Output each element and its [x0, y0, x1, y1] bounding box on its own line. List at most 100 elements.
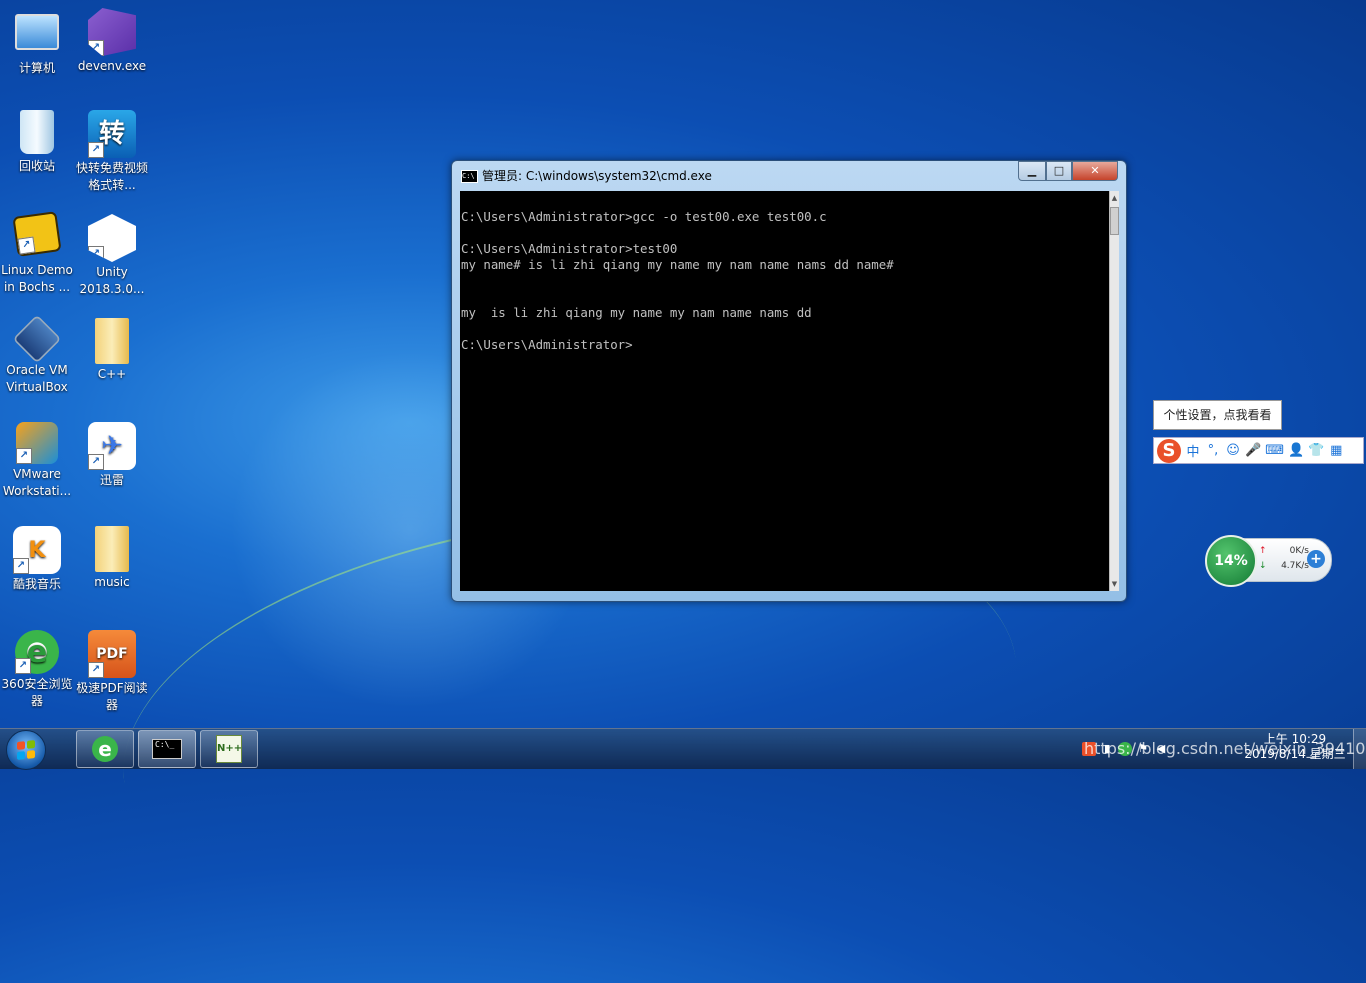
shortcut-arrow-icon: ↗	[88, 454, 104, 470]
desktop-icon-bochs[interactable]: ↗ Linux Demo in Bochs ...	[0, 211, 74, 296]
show-desktop-button[interactable]	[1353, 729, 1366, 769]
download-arrow-icon: ↓	[1259, 561, 1267, 571]
unity-icon: ↗	[88, 214, 136, 262]
close-button[interactable]: ✕	[1072, 161, 1118, 181]
action-center-icon[interactable]: ⚑	[1136, 742, 1150, 756]
converter-glyph: 转	[98, 118, 125, 149]
ime-chinese-mode[interactable]: 中	[1185, 441, 1201, 460]
desktop-icon-vmware[interactable]: ↗ VMware Workstati...	[0, 422, 74, 500]
vertical-scrollbar[interactable]: ▲ ▼	[1109, 191, 1119, 591]
net-speed-widget[interactable]: 14% ↑ 0K/s ↓ 4.7K/s +	[1205, 535, 1332, 587]
network-icon[interactable]: ▮	[1100, 742, 1114, 756]
shortcut-arrow-icon: ↗	[88, 246, 104, 262]
sogou-logo-icon[interactable]: S	[1157, 438, 1181, 463]
ime-toolbar[interactable]: S 中 °, ☺ 🎤 ⌨ 👤 👕 ▦	[1153, 437, 1364, 464]
upload-speed-value: 0K/s	[1289, 546, 1309, 556]
scroll-thumb[interactable]	[1110, 207, 1119, 235]
360-browser-icon: e	[92, 736, 118, 762]
windows-logo-icon	[17, 740, 35, 760]
clock[interactable]: 上午 10:29 2019/8/14 星期三	[1240, 732, 1350, 762]
desktop-icon-label: 360安全浏览器	[1, 677, 73, 708]
desktop-icon-devenv[interactable]: ↗ devenv.exe	[75, 8, 149, 75]
computer-icon	[15, 14, 59, 50]
vmware-icon: ↗	[16, 422, 58, 464]
folder-icon	[95, 526, 129, 572]
clock-date: 2019/8/14 星期三	[1244, 747, 1346, 761]
desktop-icon-label: 酷我音乐	[12, 577, 61, 591]
desktop-icon-virtualbox[interactable]: Oracle VM VirtualBox	[0, 314, 74, 396]
bochs-icon: ↗	[12, 211, 62, 257]
desktop-icon-music-folder[interactable]: music	[75, 526, 149, 591]
shortcut-arrow-icon: ↗	[88, 662, 104, 678]
download-speed: ↓ 4.7K/s	[1259, 561, 1309, 571]
cmd-titlebar[interactable]: C:\ 管理员: C:\windows\system32\cmd.exe ▁ □…	[452, 161, 1126, 189]
desktop-icon-xunlei[interactable]: ✈ ↗ 迅雷	[75, 422, 149, 489]
taskbar-item-notepad-plus[interactable]: N++	[200, 730, 258, 768]
memory-percent-ball[interactable]: 14%	[1205, 535, 1257, 587]
desktop-icon-label: devenv.exe	[77, 59, 147, 73]
ime-keyboard-icon[interactable]: ⌨	[1265, 443, 1284, 458]
desktop-icon-360-browser[interactable]: e ↗ 360安全浏览器	[0, 630, 74, 710]
desktop-icon-label: 快转免费视频格式转...	[75, 161, 148, 192]
folder-icon	[95, 318, 129, 364]
maximize-button[interactable]: □	[1046, 161, 1072, 181]
desktop-icon-label: 迅雷	[99, 473, 124, 487]
desktop-icon-label: VMware Workstati...	[2, 467, 72, 498]
desktop-icon-kuwo[interactable]: K ↗ 酷我音乐	[0, 526, 74, 593]
desktop-icon-label: Linux Demo in Bochs ...	[1, 263, 73, 294]
cmd-icon: C:\_	[152, 739, 182, 759]
desktop-icon-cpp-folder[interactable]: C++	[75, 318, 149, 383]
ime-skin-icon[interactable]: 👕	[1308, 443, 1324, 458]
desktop-icon-label: 极速PDF阅读器	[76, 681, 148, 712]
shortcut-arrow-icon: ↗	[88, 40, 104, 56]
desktop-icon-label: Oracle VM VirtualBox	[6, 363, 68, 394]
window-controls: ▁ □ ✕	[1018, 161, 1118, 181]
ime-voice-icon[interactable]: 🎤	[1245, 443, 1261, 458]
cmd-app-icon: C:\	[461, 170, 478, 183]
scroll-down-icon[interactable]: ▼	[1110, 577, 1119, 591]
console-output: C:\Users\Administrator>gcc -o test00.exe…	[461, 209, 894, 352]
shortcut-arrow-icon: ↗	[17, 236, 36, 255]
upload-arrow-icon: ↑	[1259, 546, 1267, 556]
desktop-icon-label: music	[94, 575, 130, 589]
notepad-plus-icon: N++	[216, 735, 242, 763]
download-speed-value: 4.7K/s	[1281, 561, 1309, 571]
desktop-icon-label: 回收站	[18, 159, 55, 173]
shortcut-arrow-icon: ↗	[13, 558, 29, 574]
ime-user-icon[interactable]: 👤	[1288, 443, 1304, 458]
system-tray: ▮ ⚑ ◀	[1082, 729, 1168, 769]
desktop-icon-computer[interactable]: 计算机	[0, 8, 74, 77]
visual-studio-icon: ↗	[88, 8, 136, 56]
ime-tooltip[interactable]: 个性设置，点我看看	[1153, 400, 1282, 430]
desktop-icon-unity[interactable]: ↗ Unity 2018.3.0...	[75, 214, 149, 298]
shortcut-arrow-icon: ↗	[16, 448, 32, 464]
desktop-icon-video-converter[interactable]: 转 ↗ 快转免费视频格式转...	[75, 110, 149, 194]
ime-punctuation-icon[interactable]: °,	[1205, 443, 1221, 458]
shortcut-arrow-icon: ↗	[15, 658, 31, 674]
start-button[interactable]	[6, 730, 46, 770]
sogou-tray-icon[interactable]	[1082, 742, 1096, 756]
desktop-icon-label: C++	[97, 367, 127, 381]
desktop-icon-pdf-reader[interactable]: PDF ↗ 极速PDF阅读器	[75, 630, 149, 714]
pdf-glyph: PDF	[96, 645, 128, 662]
virtualbox-icon	[12, 314, 62, 364]
volume-icon[interactable]: ◀	[1154, 742, 1168, 756]
pdf-reader-icon: PDF ↗	[88, 630, 136, 678]
scroll-up-icon[interactable]: ▲	[1110, 191, 1119, 205]
cmd-window[interactable]: C:\ 管理员: C:\windows\system32\cmd.exe ▁ □…	[451, 160, 1127, 602]
taskbar-item-360-browser[interactable]: e	[76, 730, 134, 768]
desktop-icon-label: 计算机	[18, 61, 55, 75]
add-icon[interactable]: +	[1307, 550, 1325, 568]
recycle-bin-icon	[20, 110, 54, 154]
taskbar: e C:\_ N++ ▮ ⚑ ◀ https://blog.csdn.net/w…	[0, 728, 1366, 770]
xunlei-icon: ✈ ↗	[88, 422, 136, 470]
ime-emoji-icon[interactable]: ☺	[1225, 443, 1241, 458]
taskbar-item-cmd[interactable]: C:\_	[138, 730, 196, 768]
desktop-icon-recycle-bin[interactable]: 回收站	[0, 110, 74, 175]
video-converter-icon: 转 ↗	[88, 110, 136, 158]
minimize-button[interactable]: ▁	[1018, 161, 1046, 181]
console-area[interactable]: C:\Users\Administrator>gcc -o test00.exe…	[460, 191, 1109, 591]
ime-toolbox-icon[interactable]: ▦	[1328, 443, 1344, 458]
upload-speed: ↑ 0K/s	[1259, 546, 1309, 556]
360-tray-icon[interactable]	[1118, 742, 1132, 756]
